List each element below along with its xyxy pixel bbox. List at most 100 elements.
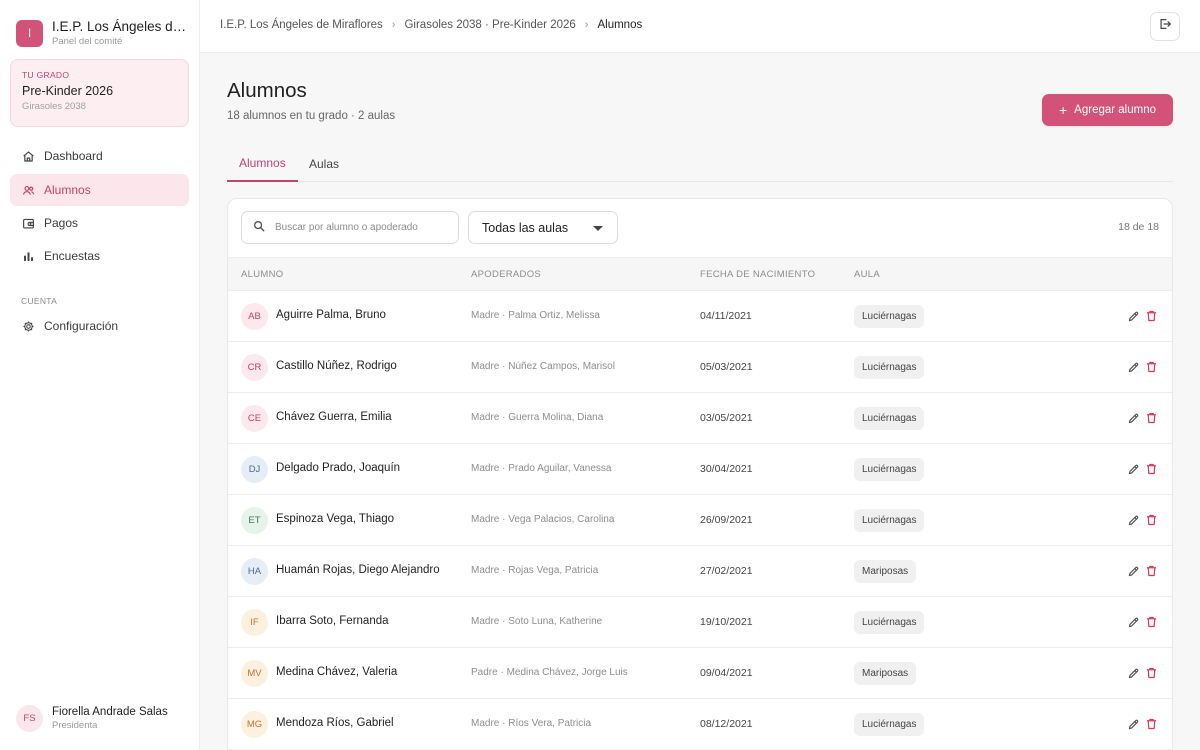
tabs: Alumnos Aulas (227, 146, 1173, 182)
avatar: FS (16, 705, 43, 732)
section-label-cuenta: CUENTA (21, 296, 58, 306)
sidebar-item-label: Encuestas (44, 249, 101, 263)
avatar: DJ (241, 456, 268, 483)
student-name: Medina Chávez, Valeria (276, 666, 398, 678)
sidebar: I I.E.P. Los Ángeles de ... Panel del co… (0, 0, 200, 750)
column-header-fecha: FECHA DE NACIMIENTO (700, 269, 816, 280)
edit-icon[interactable] (1127, 310, 1140, 323)
student-name: Espinoza Vega, Thiago (276, 513, 395, 525)
edit-icon[interactable] (1127, 514, 1140, 527)
guardian-text: Madre · Núñez Campos, Marisol (471, 361, 615, 372)
aula-badge: Mariposas (854, 560, 917, 583)
table-row: ET Espinoza Vega, Thiago Madre · Vega Pala… (228, 495, 1172, 546)
table-row: CR Castillo Núñez, Rodrigo Madre · Núñez C… (228, 342, 1172, 393)
column-header-alumno: ALUMNO (241, 269, 284, 280)
add-student-label: Agregar alumno (1074, 104, 1156, 116)
delete-icon[interactable] (1145, 666, 1158, 680)
table-row: MG Mendoza Ríos, Gabriel Madre · Ríos Vera… (228, 699, 1172, 750)
grade-title: Pre-Kinder 2026 (22, 84, 114, 98)
edit-icon[interactable] (1127, 667, 1140, 680)
guardian-text: Padre · Medina Chávez, Jorge Luis (471, 667, 628, 678)
home-icon (21, 149, 35, 163)
search-box[interactable] (241, 211, 459, 244)
caret-down-icon (593, 226, 603, 231)
student-name: Chávez Guerra, Emilia (276, 411, 392, 423)
add-student-button[interactable]: + Agregar alumno (1042, 94, 1173, 126)
chevron-right-icon: › (584, 19, 589, 31)
breadcrumb-item-grade[interactable]: Girasoles 2038 · Pre-Kinder 2026 (404, 19, 575, 31)
logout-icon (1158, 17, 1172, 36)
sidebar-item-encuestas[interactable]: Encuestas (10, 240, 189, 272)
sidebar-item-dashboard[interactable]: Dashboard (10, 140, 189, 172)
delete-icon[interactable] (1145, 615, 1158, 629)
user-profile[interactable]: FS Fiorella Andrade Salas Presidenta (16, 705, 168, 732)
aula-filter-select[interactable]: Todas las aulas (468, 211, 618, 244)
tab-aulas[interactable]: Aulas (309, 146, 339, 182)
user-name: Fiorella Andrade Salas (52, 706, 168, 718)
aula-badge: Mariposas (854, 662, 917, 685)
logout-button[interactable] (1150, 12, 1180, 41)
chevron-right-icon: › (391, 19, 396, 31)
aula-badge: Luciérnagas (854, 458, 925, 481)
sidebar-item-label: Dashboard (44, 149, 103, 163)
edit-icon[interactable] (1127, 718, 1140, 731)
breadcrumb-item-current: Alumnos (597, 19, 643, 31)
edit-icon[interactable] (1127, 361, 1140, 374)
avatar: CE (241, 405, 268, 432)
table-row: DJ Delgado Prado, Joaquín Madre · Prado Ag… (228, 444, 1172, 495)
sidebar-item-pagos[interactable]: Pagos (10, 207, 189, 239)
avatar: MG (241, 711, 268, 738)
birth-date: 09/04/2021 (700, 667, 753, 679)
search-input[interactable] (275, 222, 450, 233)
table-row: IF Ibarra Soto, Fernanda Madre · Soto Luna… (228, 597, 1172, 648)
brand[interactable]: I I.E.P. Los Ángeles de ... Panel del co… (16, 18, 191, 48)
users-icon (21, 183, 35, 197)
page-title: Alumnos (227, 79, 307, 102)
sidebar-item-alumnos[interactable]: Alumnos (10, 174, 189, 206)
edit-icon[interactable] (1127, 616, 1140, 629)
sidebar-item-configuracion[interactable]: Configuración (10, 310, 189, 342)
guardian-text: Madre · Soto Luna, Katherine (471, 616, 603, 627)
breadcrumb-item-school[interactable]: I.E.P. Los Ángeles de Miraflores (220, 19, 383, 31)
aula-badge: Luciérnagas (854, 611, 925, 634)
delete-icon[interactable] (1145, 462, 1158, 476)
birth-date: 19/10/2021 (700, 616, 753, 628)
aula-badge: Luciérnagas (854, 509, 925, 532)
aula-badge: Luciérnagas (854, 356, 925, 379)
student-name: Ibarra Soto, Fernanda (276, 615, 389, 627)
avatar: MV (241, 660, 268, 687)
breadcrumb: I.E.P. Los Ángeles de Miraflores › Giras… (220, 19, 642, 31)
delete-icon[interactable] (1145, 564, 1158, 578)
bar-chart-icon (21, 249, 35, 263)
topbar: I.E.P. Los Ángeles de Miraflores › Giras… (200, 0, 1200, 53)
sidebar-item-label: Alumnos (44, 183, 91, 197)
grade-card: TU GRADO Pre-Kinder 2026 Girasoles 2038 (10, 59, 189, 127)
wallet-icon (21, 216, 35, 230)
result-count: 18 de 18 (1118, 221, 1159, 233)
birth-date: 27/02/2021 (700, 565, 753, 577)
student-name: Huamán Rojas, Diego Alejandro (276, 564, 440, 576)
plus-icon: + (1058, 102, 1068, 118)
user-role: Presidenta (52, 720, 98, 731)
avatar: AB (241, 303, 268, 330)
guardian-text: Madre · Palma Ortiz, Melissa (471, 310, 600, 321)
aula-filter-value: Todas las aulas (482, 220, 569, 235)
edit-icon[interactable] (1127, 412, 1140, 425)
gear-icon (21, 319, 35, 333)
aula-badge: Luciérnagas (854, 713, 925, 736)
tab-alumnos[interactable]: Alumnos (227, 146, 298, 182)
delete-icon[interactable] (1145, 360, 1158, 374)
delete-icon[interactable] (1145, 717, 1158, 731)
avatar: IF (241, 609, 268, 636)
sidebar-item-label: Configuración (44, 319, 119, 333)
delete-icon[interactable] (1145, 411, 1158, 425)
table-row: CE Chávez Guerra, Emilia Madre · Guerra Mo… (228, 393, 1172, 444)
delete-icon[interactable] (1145, 513, 1158, 527)
students-table-card: Todas las aulas 18 de 18 ALUMNO APODERAD… (227, 198, 1173, 750)
edit-icon[interactable] (1127, 463, 1140, 476)
avatar: CR (241, 354, 268, 381)
grade-eyebrow: TU GRADO (22, 70, 70, 80)
delete-icon[interactable] (1145, 309, 1158, 323)
edit-icon[interactable] (1127, 565, 1140, 578)
birth-date: 08/12/2021 (700, 718, 753, 730)
